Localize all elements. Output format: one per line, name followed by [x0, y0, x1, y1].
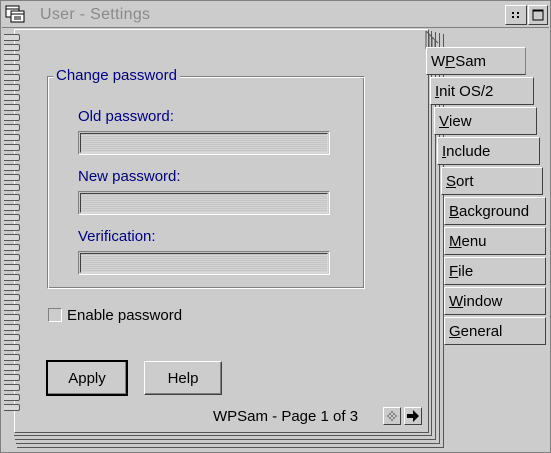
tab-view[interactable]: View: [434, 107, 537, 135]
tab-label-mnemonic: B: [449, 202, 460, 220]
new-password-label: New password:: [78, 168, 181, 185]
help-button[interactable]: Help: [144, 361, 222, 395]
tab-label-suffix: ackground: [459, 202, 530, 220]
tab-wpsam[interactable]: W P Sam: [426, 47, 526, 75]
tab-file[interactable]: File: [444, 257, 546, 285]
spiral-ring: [4, 54, 20, 61]
spiral-ring: [4, 184, 20, 191]
tab-label-mnemonic: S: [446, 172, 457, 190]
tab-include[interactable]: Include: [437, 137, 540, 165]
spiral-ring: [4, 324, 20, 331]
verification-field[interactable]: [78, 251, 330, 275]
arrow-right-icon: [407, 410, 419, 422]
tab-label-mnemonic: F: [449, 262, 459, 280]
tab-background[interactable]: Background: [444, 197, 546, 225]
tab-label-mnemonic: P: [445, 52, 456, 70]
tab-label-suffix: nit OS/2: [439, 82, 494, 100]
spiral-ring: [4, 404, 20, 411]
maximize-icon: [532, 9, 544, 21]
tab-window[interactable]: Window: [444, 287, 546, 315]
tab-menu[interactable]: Menu: [444, 227, 546, 255]
maximize-button[interactable]: [528, 5, 548, 25]
tab-label-suffix: ort: [456, 172, 474, 190]
tab-init-os2[interactable]: Init OS/2: [430, 77, 534, 105]
spiral-ring: [4, 34, 20, 41]
spiral-ring: [4, 154, 20, 161]
spiral-ring: [4, 254, 20, 261]
spiral-ring: [4, 224, 20, 231]
tab-label-suffix: Sam: [455, 52, 487, 70]
spiral-ring: [4, 164, 20, 171]
previous-page-button[interactable]: [383, 407, 401, 425]
old-password-field[interactable]: [78, 131, 330, 155]
restore-button[interactable]: [505, 5, 527, 25]
new-password-field[interactable]: [78, 191, 330, 215]
next-page-button[interactable]: [404, 407, 422, 425]
group-title: Change password: [53, 67, 180, 84]
arrow-left-icon: [387, 411, 397, 421]
settings-window: User - Settings Change password Old pass…: [0, 0, 551, 453]
spiral-ring: [4, 314, 20, 321]
enable-password-checkbox[interactable]: [48, 308, 62, 322]
apply-button[interactable]: Apply: [46, 360, 128, 396]
tab-label-mnemonic: M: [449, 232, 462, 250]
spiral-ring: [4, 374, 20, 381]
spiral-ring: [4, 84, 20, 91]
spiral-ring: [4, 124, 20, 131]
title-bar[interactable]: User - Settings: [2, 2, 549, 28]
spiral-ring: [4, 344, 20, 351]
spiral-ring: [4, 304, 20, 311]
spiral-ring: [4, 114, 20, 121]
spiral-ring: [4, 264, 20, 271]
spiral-ring: [4, 64, 20, 71]
tab-label-prefix: W: [431, 52, 446, 70]
spiral-ring: [4, 294, 20, 301]
verification-label: Verification:: [78, 228, 156, 245]
spiral-ring: [4, 144, 20, 151]
window-title: User - Settings: [40, 6, 151, 23]
spiral-ring: [4, 44, 20, 51]
tab-label-suffix: ile: [458, 262, 474, 280]
spiral-ring: [4, 104, 20, 111]
spiral-ring: [4, 214, 20, 221]
spiral-ring: [4, 274, 20, 281]
tab-label-suffix: eneral: [460, 322, 503, 340]
spiral-ring: [4, 204, 20, 211]
tab-label-suffix: indow: [463, 292, 503, 310]
spiral-ring: [4, 364, 20, 371]
restore-icon: [512, 12, 519, 18]
spiral-ring: [4, 284, 20, 291]
tab-label-mnemonic: G: [449, 322, 461, 340]
spiral-ring: [4, 354, 20, 361]
enable-password-label[interactable]: Enable password: [67, 307, 182, 324]
spiral-binding: [4, 34, 22, 424]
tab-label-mnemonic: W: [449, 292, 464, 310]
tab-label-suffix: iew: [449, 112, 472, 130]
tab-general[interactable]: General: [444, 317, 546, 345]
spiral-ring: [4, 94, 20, 101]
spiral-ring: [4, 134, 20, 141]
system-menu-icon[interactable]: [5, 5, 27, 25]
spiral-ring: [4, 234, 20, 241]
spiral-ring: [4, 334, 20, 341]
tab-label-suffix: enu: [461, 232, 487, 250]
spiral-ring: [4, 394, 20, 401]
tab-label-mnemonic: V: [439, 112, 450, 130]
spiral-ring: [4, 174, 20, 181]
tab-label-suffix: nclude: [446, 142, 491, 160]
spiral-ring: [4, 384, 20, 391]
spiral-ring: [4, 74, 20, 81]
tab-sort[interactable]: Sort: [441, 167, 543, 195]
spiral-ring: [4, 244, 20, 251]
spiral-ring: [4, 194, 20, 201]
old-password-label: Old password:: [78, 108, 174, 125]
page-indicator: WPSam - Page 1 of 3: [213, 408, 359, 425]
